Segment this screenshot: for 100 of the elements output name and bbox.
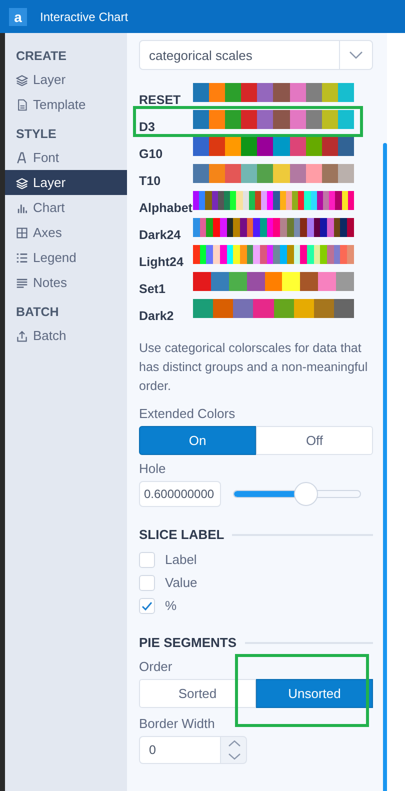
toggle-option[interactable]: On xyxy=(139,426,256,455)
color-swatch[interactable] xyxy=(193,164,210,183)
sidebar-item[interactable]: Legend xyxy=(5,245,127,270)
color-swatch[interactable] xyxy=(233,299,254,318)
color-swatch[interactable] xyxy=(225,137,242,156)
color-swatch[interactable] xyxy=(340,218,348,237)
color-swatch[interactable] xyxy=(338,110,354,129)
color-swatch[interactable] xyxy=(273,218,280,237)
color-swatch[interactable] xyxy=(320,218,328,237)
color-swatch[interactable] xyxy=(193,245,200,264)
color-swatch[interactable] xyxy=(306,110,322,129)
sidebar-item[interactable]: Notes xyxy=(5,270,127,295)
color-swatch[interactable] xyxy=(347,218,354,237)
color-swatch[interactable] xyxy=(298,191,304,210)
color-swatch[interactable] xyxy=(210,272,229,291)
checkbox[interactable] xyxy=(139,574,155,590)
color-swatch[interactable] xyxy=(273,164,290,183)
sidebar-item[interactable]: Axes xyxy=(5,220,127,245)
color-swatch[interactable] xyxy=(241,83,258,102)
color-swatch[interactable] xyxy=(206,218,214,237)
color-swatch[interactable] xyxy=(322,137,338,156)
color-swatch[interactable] xyxy=(230,191,236,210)
color-swatch[interactable] xyxy=(290,137,306,156)
color-swatch[interactable] xyxy=(338,164,354,183)
color-swatch[interactable] xyxy=(209,83,226,102)
checkbox[interactable] xyxy=(139,598,155,614)
color-swatch[interactable] xyxy=(329,191,336,210)
color-swatch[interactable] xyxy=(338,83,354,102)
color-swatch[interactable] xyxy=(253,245,260,264)
color-swatch[interactable] xyxy=(320,245,328,264)
color-swatch[interactable] xyxy=(257,164,274,183)
color-swatch[interactable] xyxy=(280,218,287,237)
sidebar-item[interactable]: Batch xyxy=(5,323,127,348)
color-swatch[interactable] xyxy=(253,218,260,237)
sidebar-item[interactable]: Layer xyxy=(5,67,127,92)
sidebar-item[interactable]: Template xyxy=(5,92,127,117)
color-swatch[interactable] xyxy=(241,110,258,129)
color-swatch[interactable] xyxy=(336,272,354,291)
color-swatch[interactable] xyxy=(306,164,322,183)
color-swatch[interactable] xyxy=(193,299,214,318)
color-swatch[interactable] xyxy=(228,272,247,291)
color-swatch[interactable] xyxy=(261,191,268,210)
color-swatch[interactable] xyxy=(193,137,210,156)
stepper[interactable] xyxy=(220,736,247,764)
color-swatch[interactable] xyxy=(264,272,282,291)
color-swatch[interactable] xyxy=(193,83,210,102)
color-swatch[interactable] xyxy=(300,272,318,291)
scale-dropdown[interactable]: categorical scales xyxy=(139,40,373,70)
color-swatch[interactable] xyxy=(292,191,298,210)
color-swatch[interactable] xyxy=(233,218,240,237)
color-swatch[interactable] xyxy=(290,164,306,183)
sidebar-item[interactable]: Font xyxy=(5,145,127,170)
color-swatch[interactable] xyxy=(236,191,242,210)
color-swatch[interactable] xyxy=(267,191,274,210)
color-swatch[interactable] xyxy=(347,245,354,264)
color-swatch[interactable] xyxy=(273,137,290,156)
color-swatch[interactable] xyxy=(322,110,338,129)
color-swatch[interactable] xyxy=(257,83,274,102)
color-swatch[interactable] xyxy=(233,245,240,264)
color-swatch[interactable] xyxy=(241,137,258,156)
color-swatch[interactable] xyxy=(193,218,200,237)
color-swatch[interactable] xyxy=(193,110,210,129)
toggle-option[interactable]: Off xyxy=(256,426,373,455)
color-swatch[interactable] xyxy=(209,110,226,129)
color-swatch[interactable] xyxy=(199,191,206,210)
color-swatch[interactable] xyxy=(273,110,290,129)
slider-thumb[interactable] xyxy=(294,482,318,506)
color-swatch[interactable] xyxy=(193,191,200,210)
color-swatch[interactable] xyxy=(327,218,334,237)
color-swatch[interactable] xyxy=(273,245,280,264)
scrollbar[interactable] xyxy=(383,143,387,791)
color-swatch[interactable] xyxy=(304,191,311,210)
color-swatch[interactable] xyxy=(300,218,307,237)
sidebar-item[interactable]: Chart xyxy=(5,195,127,220)
color-swatch[interactable] xyxy=(335,191,342,210)
color-swatch[interactable] xyxy=(273,191,280,210)
color-swatch[interactable] xyxy=(306,83,322,102)
color-swatch[interactable] xyxy=(241,164,258,183)
color-swatch[interactable] xyxy=(340,245,348,264)
color-swatch[interactable] xyxy=(282,272,300,291)
color-swatch[interactable] xyxy=(334,299,354,318)
color-swatch[interactable] xyxy=(273,83,290,102)
color-swatch[interactable] xyxy=(327,245,334,264)
border-width-input[interactable]: 0 xyxy=(139,736,220,764)
toggle-option[interactable]: Unsorted xyxy=(256,679,373,708)
color-swatch[interactable] xyxy=(306,137,322,156)
color-swatch[interactable] xyxy=(322,164,338,183)
color-swatch[interactable] xyxy=(206,245,214,264)
color-swatch[interactable] xyxy=(213,299,234,318)
sidebar-item[interactable]: Layer xyxy=(5,170,127,195)
color-swatch[interactable] xyxy=(193,272,211,291)
color-swatch[interactable] xyxy=(338,137,354,156)
color-swatch[interactable] xyxy=(274,299,294,318)
color-swatch[interactable] xyxy=(225,164,242,183)
color-swatch[interactable] xyxy=(213,218,220,237)
color-swatch[interactable] xyxy=(300,245,307,264)
checkbox[interactable] xyxy=(139,552,155,568)
color-swatch[interactable] xyxy=(246,272,265,291)
color-swatch[interactable] xyxy=(253,299,274,318)
color-swatch[interactable] xyxy=(294,299,314,318)
